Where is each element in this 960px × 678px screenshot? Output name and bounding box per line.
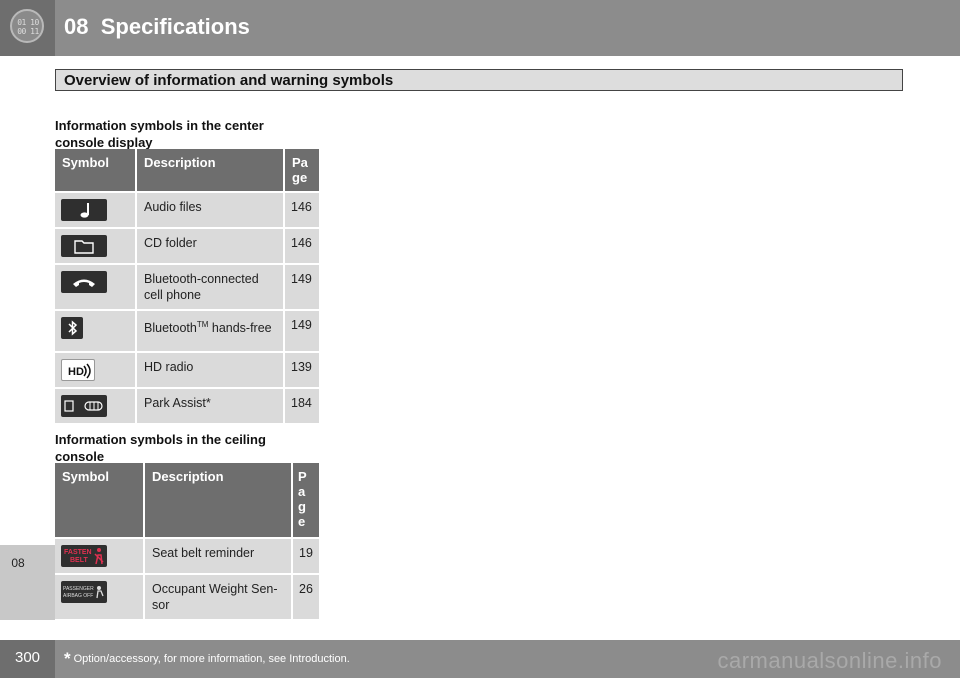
table-row: PASSENGER AIRBAG OFF Occupant Weight Sen-… <box>55 575 321 621</box>
row-description: Occupant Weight Sen-sor <box>145 575 293 621</box>
row-page: 26 <box>293 575 321 621</box>
table-row: Bluetooth-connected cell phone 149 <box>55 265 321 311</box>
bluetooth-icon <box>61 317 83 339</box>
row-description: CD folder <box>137 229 285 265</box>
svg-text:HD: HD <box>68 366 84 378</box>
passenger-text: PASSENGER <box>63 586 94 592</box>
row-description: BluetoothTM hands-free <box>137 311 285 353</box>
chapter-title: 08 Specifications <box>64 14 250 40</box>
table-row: HD HD radio 139 <box>55 353 321 389</box>
row-page: 184 <box>285 389 321 425</box>
hands-free-text: hands-free <box>208 321 272 336</box>
belt-text: BELT <box>70 557 88 564</box>
badge-line-2: 00 11 <box>17 27 39 36</box>
row-description: Seat belt reminder <box>145 539 293 575</box>
footnote-text: Option/accessory, for more information, … <box>73 653 350 665</box>
center-console-heading: Information symbols in the center consol… <box>55 118 264 150</box>
row-page: 146 <box>285 193 321 229</box>
fasten-belt-icon: FASTEN BELT <box>61 545 107 567</box>
fasten-text: FASTEN <box>64 549 92 556</box>
bluetooth-text: Bluetooth <box>144 321 197 336</box>
footnote-star: * <box>64 649 71 668</box>
passenger-airbag-off-icon: PASSENGER AIRBAG OFF <box>61 581 107 603</box>
row-page: 139 <box>285 353 321 389</box>
row-description: Park Assist* <box>137 389 285 425</box>
column-header-description: Description <box>137 149 285 193</box>
side-tab-label: 08 <box>11 556 25 570</box>
watermark: carmanualsonline.info <box>717 648 942 673</box>
row-page: 149 <box>285 311 321 353</box>
chapter-badge: 01 10 00 11 <box>0 0 55 56</box>
row-page: 149 <box>285 265 321 311</box>
table-row: BluetoothTM hands-free 149 <box>55 311 321 353</box>
table-row: CD folder 146 <box>55 229 321 265</box>
column-header-description: Description <box>145 463 293 539</box>
table-row: Park Assist* 184 <box>55 389 321 425</box>
phone-handset-icon <box>61 271 107 293</box>
binary-badge-icon: 01 10 00 11 <box>10 9 44 43</box>
table-row: FASTEN BELT Seat belt reminder 19 <box>55 539 321 575</box>
badge-line-1: 01 10 <box>17 18 39 27</box>
music-note-icon <box>61 199 107 221</box>
column-header-symbol: Symbol <box>55 149 137 193</box>
ceiling-console-table: Symbol Description P a g e FASTEN BELT Se… <box>55 463 321 621</box>
column-header-page: Pa ge <box>285 149 321 193</box>
row-description: HD radio <box>137 353 285 389</box>
table-header-row: Symbol Description P a g e <box>55 463 321 539</box>
footnote: * Option/accessory, for more information,… <box>64 649 350 669</box>
row-description: Audio files <box>137 193 285 229</box>
column-header-symbol: Symbol <box>55 463 145 539</box>
center-console-table: Symbol Description Pa ge Audio files 146… <box>55 149 321 425</box>
hd-radio-icon: HD <box>61 359 95 381</box>
page-number: 300 <box>0 640 55 678</box>
table-row: Audio files 146 <box>55 193 321 229</box>
row-page: 146 <box>285 229 321 265</box>
section-title: Overview of information and warning symb… <box>55 69 903 91</box>
ceiling-console-heading: Information symbols in the ceiling conso… <box>55 432 266 464</box>
column-header-page: P a g e <box>293 463 321 539</box>
chapter-name: Specifications <box>100 14 250 39</box>
trademark-sup: TM <box>196 320 209 329</box>
table-header-row: Symbol Description Pa ge <box>55 149 321 193</box>
row-description: Bluetooth-connected cell phone <box>137 265 285 311</box>
row-page: 19 <box>293 539 321 575</box>
park-assist-icon <box>61 395 107 417</box>
chapter-number: 08 <box>64 14 89 39</box>
airbag-off-text: AIRBAG OFF <box>63 593 93 599</box>
folder-icon <box>61 235 107 257</box>
